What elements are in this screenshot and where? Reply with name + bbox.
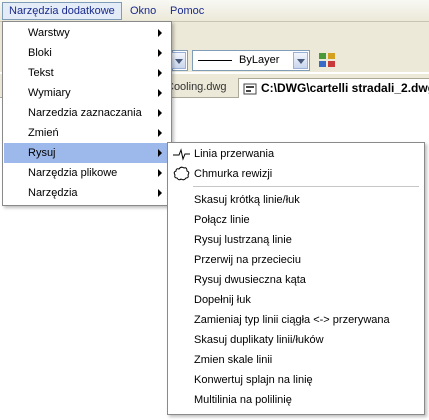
menu-item-tekst[interactable]: Tekst <box>4 63 170 83</box>
submenu-item-przerwij-na-przecieciu[interactable]: Przerwij na przecieciu <box>169 250 423 270</box>
submenu-item-multilinia-na-polilinie[interactable]: Multilinia na polilinię <box>169 390 423 410</box>
menu-item-wymiary[interactable]: Wymiary <box>4 83 170 103</box>
drawing-file-icon <box>243 82 257 95</box>
submenu-item-label: Konwertuj splajn na linię <box>194 374 313 386</box>
menu-item-label: Bloki <box>28 47 52 59</box>
linetype-combo[interactable]: ByLayer <box>192 50 310 71</box>
submenu-item-label: Rysuj dwusieczna kąta <box>194 274 306 286</box>
tab-cartelli-stradali[interactable]: C:\DWG\cartelli stradali_2.dwg <box>238 78 429 98</box>
menu-item-label: Wymiary <box>28 87 71 99</box>
submenu-item-label: Zamieniaj typ linii ciągła <-> przerywan… <box>194 314 390 326</box>
submenu-item-label: Zmien skale linii <box>194 354 273 366</box>
submenu-item-zmien-skale-linii[interactable]: Zmien skale linii <box>169 350 423 370</box>
submenu-item-label: Przerwij na przecieciu <box>194 254 301 266</box>
submenu-arrow-icon <box>158 109 162 117</box>
menu-item-label: Zmień <box>28 127 59 139</box>
submenu-item-label: Multilinia na polilinię <box>194 394 292 406</box>
submenu-item-label: Linia przerwania <box>194 148 275 160</box>
dropdown-menu: Warstwy Bloki Tekst Wymiary Narzedzia za… <box>2 21 172 206</box>
submenu-arrow-icon <box>158 29 162 37</box>
submenu-arrow-icon <box>158 89 162 97</box>
break-line-icon <box>173 146 190 162</box>
submenu-item-konwertuj-splajn[interactable]: Konwertuj splajn na linię <box>169 370 423 390</box>
menu-item-label: Narzędzia plikowe <box>28 167 118 179</box>
menubar-item-okno[interactable]: Okno <box>124 2 162 20</box>
submenu-item-label: Chmurka rewizji <box>194 168 273 180</box>
menu-item-zmien[interactable]: Zmień <box>4 123 170 143</box>
menu-item-label: Warstwy <box>28 27 70 39</box>
menu-item-rysuj[interactable]: Rysuj <box>4 143 170 163</box>
chevron-down-icon[interactable] <box>171 52 186 69</box>
menu-item-narzedzia[interactable]: Narzędzia <box>4 183 170 203</box>
menu-item-label: Rysuj <box>28 147 56 159</box>
submenu-item-chmurka-rewizji[interactable]: Chmurka rewizji <box>169 164 423 184</box>
submenu-rysuj: Linia przerwania Chmurka rewizji Skasuj … <box>167 142 425 415</box>
submenu-item-label: Rysuj lustrzaną linie <box>194 234 292 246</box>
submenu-item-rysuj-dwusieczna[interactable]: Rysuj dwusieczna kąta <box>169 270 423 290</box>
submenu-item-label: Dopełnij łuk <box>194 294 251 306</box>
menubar: Narzędzia dodatkowe Okno Pomoc <box>0 0 429 22</box>
menu-item-narzedzia-plikowe[interactable]: Narzędzia plikowe <box>4 163 170 183</box>
menu-item-bloki[interactable]: Bloki <box>4 43 170 63</box>
submenu-item-linia-przerwania[interactable]: Linia przerwania <box>169 144 423 164</box>
submenu-arrow-icon <box>158 69 162 77</box>
menubar-item-pomoc[interactable]: Pomoc <box>164 2 210 20</box>
chevron-down-icon[interactable] <box>293 52 308 69</box>
submenu-item-label: Połącz linie <box>194 214 250 226</box>
submenu-item-label: Skasuj duplikaty linii/łuków <box>194 334 324 346</box>
submenu-arrow-icon <box>158 189 162 197</box>
menu-item-label: Narzędzia <box>28 187 78 199</box>
menu-item-label: Narzedzia zaznaczania <box>28 107 142 119</box>
submenu-arrow-icon <box>158 169 162 177</box>
submenu-item-label: Skasuj krótką linie/łuk <box>194 194 300 206</box>
layer-combo-edge[interactable] <box>171 50 188 71</box>
menubar-item-narzedzia-dodatkowe[interactable]: Narzędzia dodatkowe <box>2 2 122 20</box>
linetype-preview <box>198 60 232 61</box>
menu-item-narzedzia-zaznaczania[interactable]: Narzedzia zaznaczania <box>4 103 170 123</box>
menu-item-warstwy[interactable]: Warstwy <box>4 23 170 43</box>
submenu-item-polacz-linie[interactable]: Połącz linie <box>169 210 423 230</box>
submenu-arrow-icon <box>158 49 162 57</box>
submenu-item-skasuj-duplikaty[interactable]: Skasuj duplikaty linii/łuków <box>169 330 423 350</box>
submenu-item-dopelnij-luk[interactable]: Dopełnij łuk <box>169 290 423 310</box>
linetype-value: ByLayer <box>239 54 280 66</box>
layer-properties-icon[interactable] <box>317 50 337 70</box>
submenu-item-zamieniaj-typ-linii[interactable]: Zamieniaj typ linii ciągła <-> przerywan… <box>169 310 423 330</box>
submenu-item-rysuj-lustrzana-linie[interactable]: Rysuj lustrzaną linie <box>169 230 423 250</box>
menu-item-label: Tekst <box>28 67 54 79</box>
tab-label: C:\DWG\cartelli stradali_2.dwg <box>261 81 429 95</box>
submenu-arrow-icon <box>158 129 162 137</box>
revision-cloud-icon <box>173 166 190 182</box>
menu-separator <box>193 186 419 187</box>
submenu-item-skasuj-krotka-linie[interactable]: Skasuj krótką linie/łuk <box>169 190 423 210</box>
submenu-arrow-icon <box>158 149 162 157</box>
